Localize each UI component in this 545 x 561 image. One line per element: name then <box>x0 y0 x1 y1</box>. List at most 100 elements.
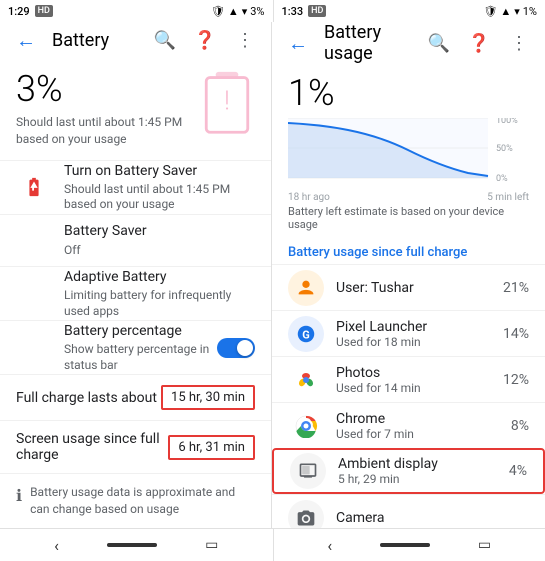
usage-item-chrome[interactable]: Chrome Used for 7 min 8% <box>272 402 545 448</box>
usage-item-ambient[interactable]: Ambient display 5 hr, 29 min 4% <box>272 448 545 494</box>
right-time: 1:33 <box>282 5 304 18</box>
battery-saver-item[interactable]: Battery Saver Off <box>0 214 271 266</box>
chart-time-end: 5 min left <box>487 192 529 203</box>
ambient-sub: 5 hr, 29 min <box>338 472 509 486</box>
left-shield-icon: 🛡 <box>211 5 225 18</box>
chrome-icon <box>288 408 324 444</box>
screen-usage-value: 6 hr, 31 min <box>168 435 255 460</box>
battery-percentage: 3% <box>16 68 187 110</box>
left-status-bar: 1:29 HD 🛡 ▲ ▾ 3% <box>0 0 273 22</box>
chart-time-start: 18 hr ago <box>288 192 330 203</box>
turn-on-battery-saver-item[interactable]: Turn on Battery Saver Should last until … <box>0 160 271 214</box>
right-hd-badge: HD <box>308 5 326 17</box>
usage-section-header: Battery usage since full charge <box>272 237 545 264</box>
battery-saver-icon <box>16 169 52 205</box>
battery-saver-on-subtitle: Should last until about 1:45 PM based on… <box>64 182 255 213</box>
left-battery-text: 3% <box>250 5 264 18</box>
adaptive-battery-item[interactable]: Adaptive Battery Limiting battery for in… <box>0 266 271 320</box>
right-wifi-icon: ▾ <box>514 5 520 18</box>
photos-title: Photos <box>336 365 503 381</box>
battery-description: Should last until about 1:45 PM based on… <box>16 114 187 148</box>
chrome-sub: Used for 7 min <box>336 427 511 441</box>
screen-usage-row: Screen usage since full charge 6 hr, 31 … <box>0 420 271 473</box>
pixel-launcher-title: Pixel Launcher <box>336 319 503 335</box>
pixel-launcher-sub: Used for 18 min <box>336 335 503 349</box>
nav-bars: ‹ ▭ ‹ ▭ <box>0 528 545 560</box>
left-nav-recents[interactable]: ▭ <box>205 537 218 553</box>
right-panel: ← Battery usage 🔍 ❓ ⋮ 1% <box>272 22 545 528</box>
photos-sub: Used for 14 min <box>336 381 503 395</box>
adaptive-battery-title: Adaptive Battery <box>64 268 255 286</box>
right-nav-bar: ‹ ▭ <box>273 529 545 561</box>
right-search-button[interactable]: 🔍 <box>421 25 457 61</box>
left-app-bar: ← Battery 🔍 ❓ ⋮ <box>0 22 271 58</box>
chrome-title: Chrome <box>336 411 511 427</box>
battery-chart-svg: 100% 50% 0% <box>288 118 533 186</box>
left-app-bar-icons: 🔍 ❓ ⋮ <box>147 22 263 58</box>
battery-saver-subtitle: Off <box>64 243 255 259</box>
battery-pct-subtitle: Show battery percentage in status bar <box>64 342 217 373</box>
left-nav-back[interactable]: ‹ <box>54 536 59 555</box>
left-nav-home[interactable] <box>107 543 157 547</box>
right-more-button[interactable]: ⋮ <box>501 25 537 61</box>
right-nav-home[interactable] <box>380 543 430 547</box>
full-charge-row: Full charge lasts about 15 hr, 30 min <box>0 374 271 420</box>
right-shield-icon: 🛡 <box>483 5 497 18</box>
right-help-button[interactable]: ❓ <box>461 25 497 61</box>
full-charge-value: 15 hr, 30 min <box>161 385 255 410</box>
chart-note: Battery left estimate is based on your d… <box>272 203 545 237</box>
chrome-pct: 8% <box>511 418 529 434</box>
left-back-button[interactable]: ← <box>8 22 44 58</box>
left-help-button[interactable]: ❓ <box>187 22 223 58</box>
info-icon: ℹ <box>16 486 22 505</box>
left-search-button[interactable]: 🔍 <box>147 22 183 58</box>
left-nav-bar: ‹ ▭ <box>0 529 273 561</box>
svg-text:0%: 0% <box>496 174 508 184</box>
battery-saver-title: Battery Saver <box>64 222 255 240</box>
battery-pct-title: Battery percentage <box>64 322 217 340</box>
svg-text:!: ! <box>224 87 230 117</box>
right-nav-recents[interactable]: ▭ <box>478 537 491 553</box>
battery-percentage-item[interactable]: Battery percentage Show battery percenta… <box>0 320 271 374</box>
left-hd-badge: HD <box>35 5 53 17</box>
right-status-bar: 1:33 HD 🛡 ▲ ▾ 1% <box>273 0 545 22</box>
adaptive-battery-subtitle: Limiting battery for infrequently used a… <box>64 288 255 319</box>
battery-chart: 100% 50% 0% <box>272 114 545 190</box>
svg-text:50%: 50% <box>496 144 513 154</box>
footer-text: Battery usage data is approximate and ca… <box>30 484 255 518</box>
left-wifi-icon: ▾ <box>242 5 248 18</box>
full-charge-label: Full charge lasts about <box>16 390 161 406</box>
usage-item-user[interactable]: User: Tushar 21% <box>272 264 545 310</box>
usage-item-photos[interactable]: Photos Used for 14 min 12% <box>272 356 545 402</box>
right-title: Battery usage <box>324 22 421 64</box>
right-battery-text: 1% <box>523 5 537 18</box>
camera-title: Camera <box>336 510 529 526</box>
right-back-button[interactable]: ← <box>280 25 316 61</box>
ambient-title: Ambient display <box>338 456 509 472</box>
photos-pct: 12% <box>503 372 529 388</box>
screen-usage-label: Screen usage since full charge <box>16 431 168 463</box>
ambient-pct: 4% <box>509 463 527 479</box>
right-app-bar: ← Battery usage 🔍 ❓ ⋮ <box>272 22 545 64</box>
left-panel: ← Battery 🔍 ❓ ⋮ 3% Should last until abo… <box>0 22 272 528</box>
usage-item-pixel-launcher[interactable]: G Pixel Launcher Used for 18 min 14% <box>272 310 545 356</box>
user-pct: 21% <box>503 280 529 296</box>
ambient-icon <box>290 453 326 489</box>
left-more-button[interactable]: ⋮ <box>227 22 263 58</box>
battery-hero: 3% Should last until about 1:45 PM based… <box>0 58 271 160</box>
battery-icon: ! <box>201 70 253 136</box>
pixel-launcher-icon: G <box>288 316 324 352</box>
usage-percentage: 1% <box>272 64 545 114</box>
left-title: Battery <box>52 30 147 51</box>
user-icon <box>288 270 324 306</box>
battery-saver-on-title: Turn on Battery Saver <box>64 162 255 180</box>
camera-icon <box>288 500 324 529</box>
right-app-bar-icons: 🔍 ❓ ⋮ <box>421 25 537 61</box>
right-nav-back[interactable]: ‹ <box>327 536 332 555</box>
footer-note: ℹ Battery usage data is approximate and … <box>0 473 271 528</box>
user-title: User: Tushar <box>336 280 503 296</box>
usage-item-camera[interactable]: Camera <box>272 494 545 528</box>
svg-text:100%: 100% <box>496 118 518 126</box>
battery-percentage-toggle[interactable] <box>217 338 255 358</box>
left-time: 1:29 <box>8 5 30 18</box>
